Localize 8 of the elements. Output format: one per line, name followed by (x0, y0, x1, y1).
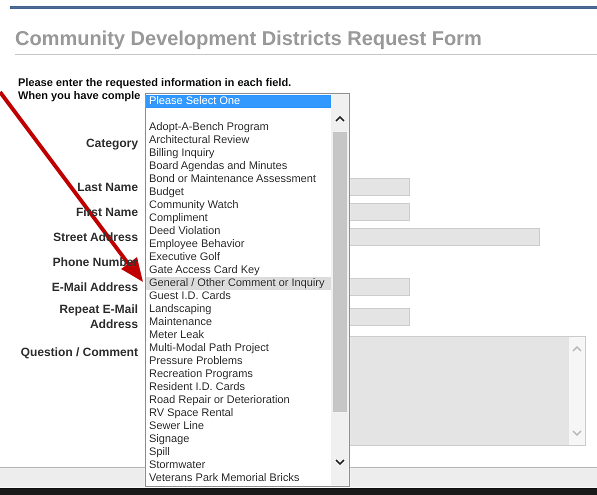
instruction-text: When you have comple (18, 90, 140, 103)
form-title: Community Development Districts Request Form (15, 27, 483, 51)
field-label: Category (86, 136, 138, 150)
field-label: E-Mail Address (52, 280, 138, 294)
field-label: Repeat E-Mail Address (58, 302, 138, 332)
instruction-text: Please enter the requested information in each field. (18, 77, 292, 90)
field-label: Question / Comment (20, 345, 138, 360)
field-label: Last Name (77, 180, 138, 194)
